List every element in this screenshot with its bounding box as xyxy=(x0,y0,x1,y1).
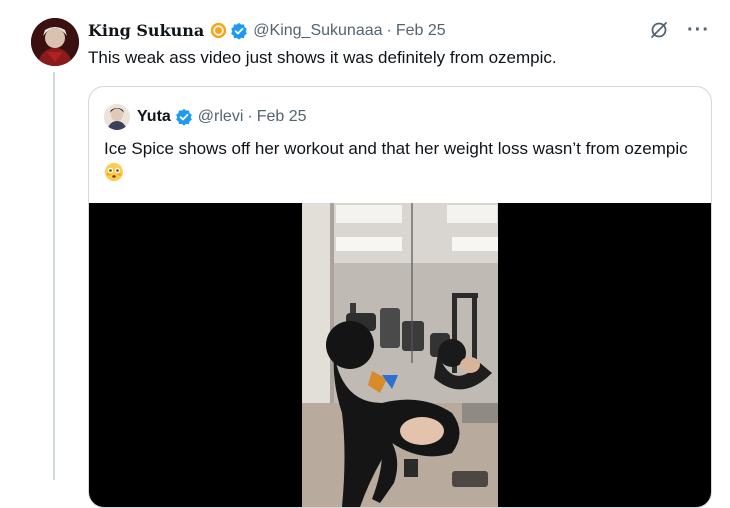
verified-badge-icon xyxy=(175,108,193,126)
author-avatar[interactable] xyxy=(31,18,79,66)
quoted-author-name[interactable]: Yuta xyxy=(137,108,171,126)
video-player[interactable] xyxy=(89,203,711,507)
quoted-tweet-header: Yuta @rlevi · Feb 25 xyxy=(104,104,307,130)
flushed-face-emoji xyxy=(104,162,124,182)
tweet-header: King Sukuna @King_Sukunaaa · Feb 25 xyxy=(88,21,446,40)
quoted-tweet-date[interactable]: Feb 25 xyxy=(257,108,307,126)
tweet-text: This weak ass video just shows it was de… xyxy=(88,48,557,67)
tweet-actions: ··· xyxy=(649,20,710,40)
thread-line xyxy=(53,72,55,480)
quoted-author-avatar[interactable] xyxy=(104,104,130,130)
quoted-tweet-text: Ice Spice shows off her workout and that… xyxy=(104,137,694,185)
quoted-tweet-card[interactable]: Yuta @rlevi · Feb 25 Ice Spice shows off… xyxy=(88,86,712,508)
more-icon[interactable]: ··· xyxy=(687,20,710,40)
grok-icon[interactable] xyxy=(649,20,669,40)
separator-dot: · xyxy=(247,108,253,125)
emoji-badge-icon xyxy=(210,22,227,39)
author-handle[interactable]: @King_Sukunaaa xyxy=(253,22,382,40)
separator-dot: · xyxy=(386,21,392,39)
tweet-date[interactable]: Feb 25 xyxy=(396,22,446,40)
quoted-author-handle[interactable]: @rlevi xyxy=(198,108,244,126)
video-frame xyxy=(302,203,498,507)
author-name[interactable]: King Sukuna xyxy=(88,21,204,40)
verified-badge-icon xyxy=(230,22,248,40)
quoted-tweet-text-content: Ice Spice shows off her workout and that… xyxy=(104,139,688,158)
